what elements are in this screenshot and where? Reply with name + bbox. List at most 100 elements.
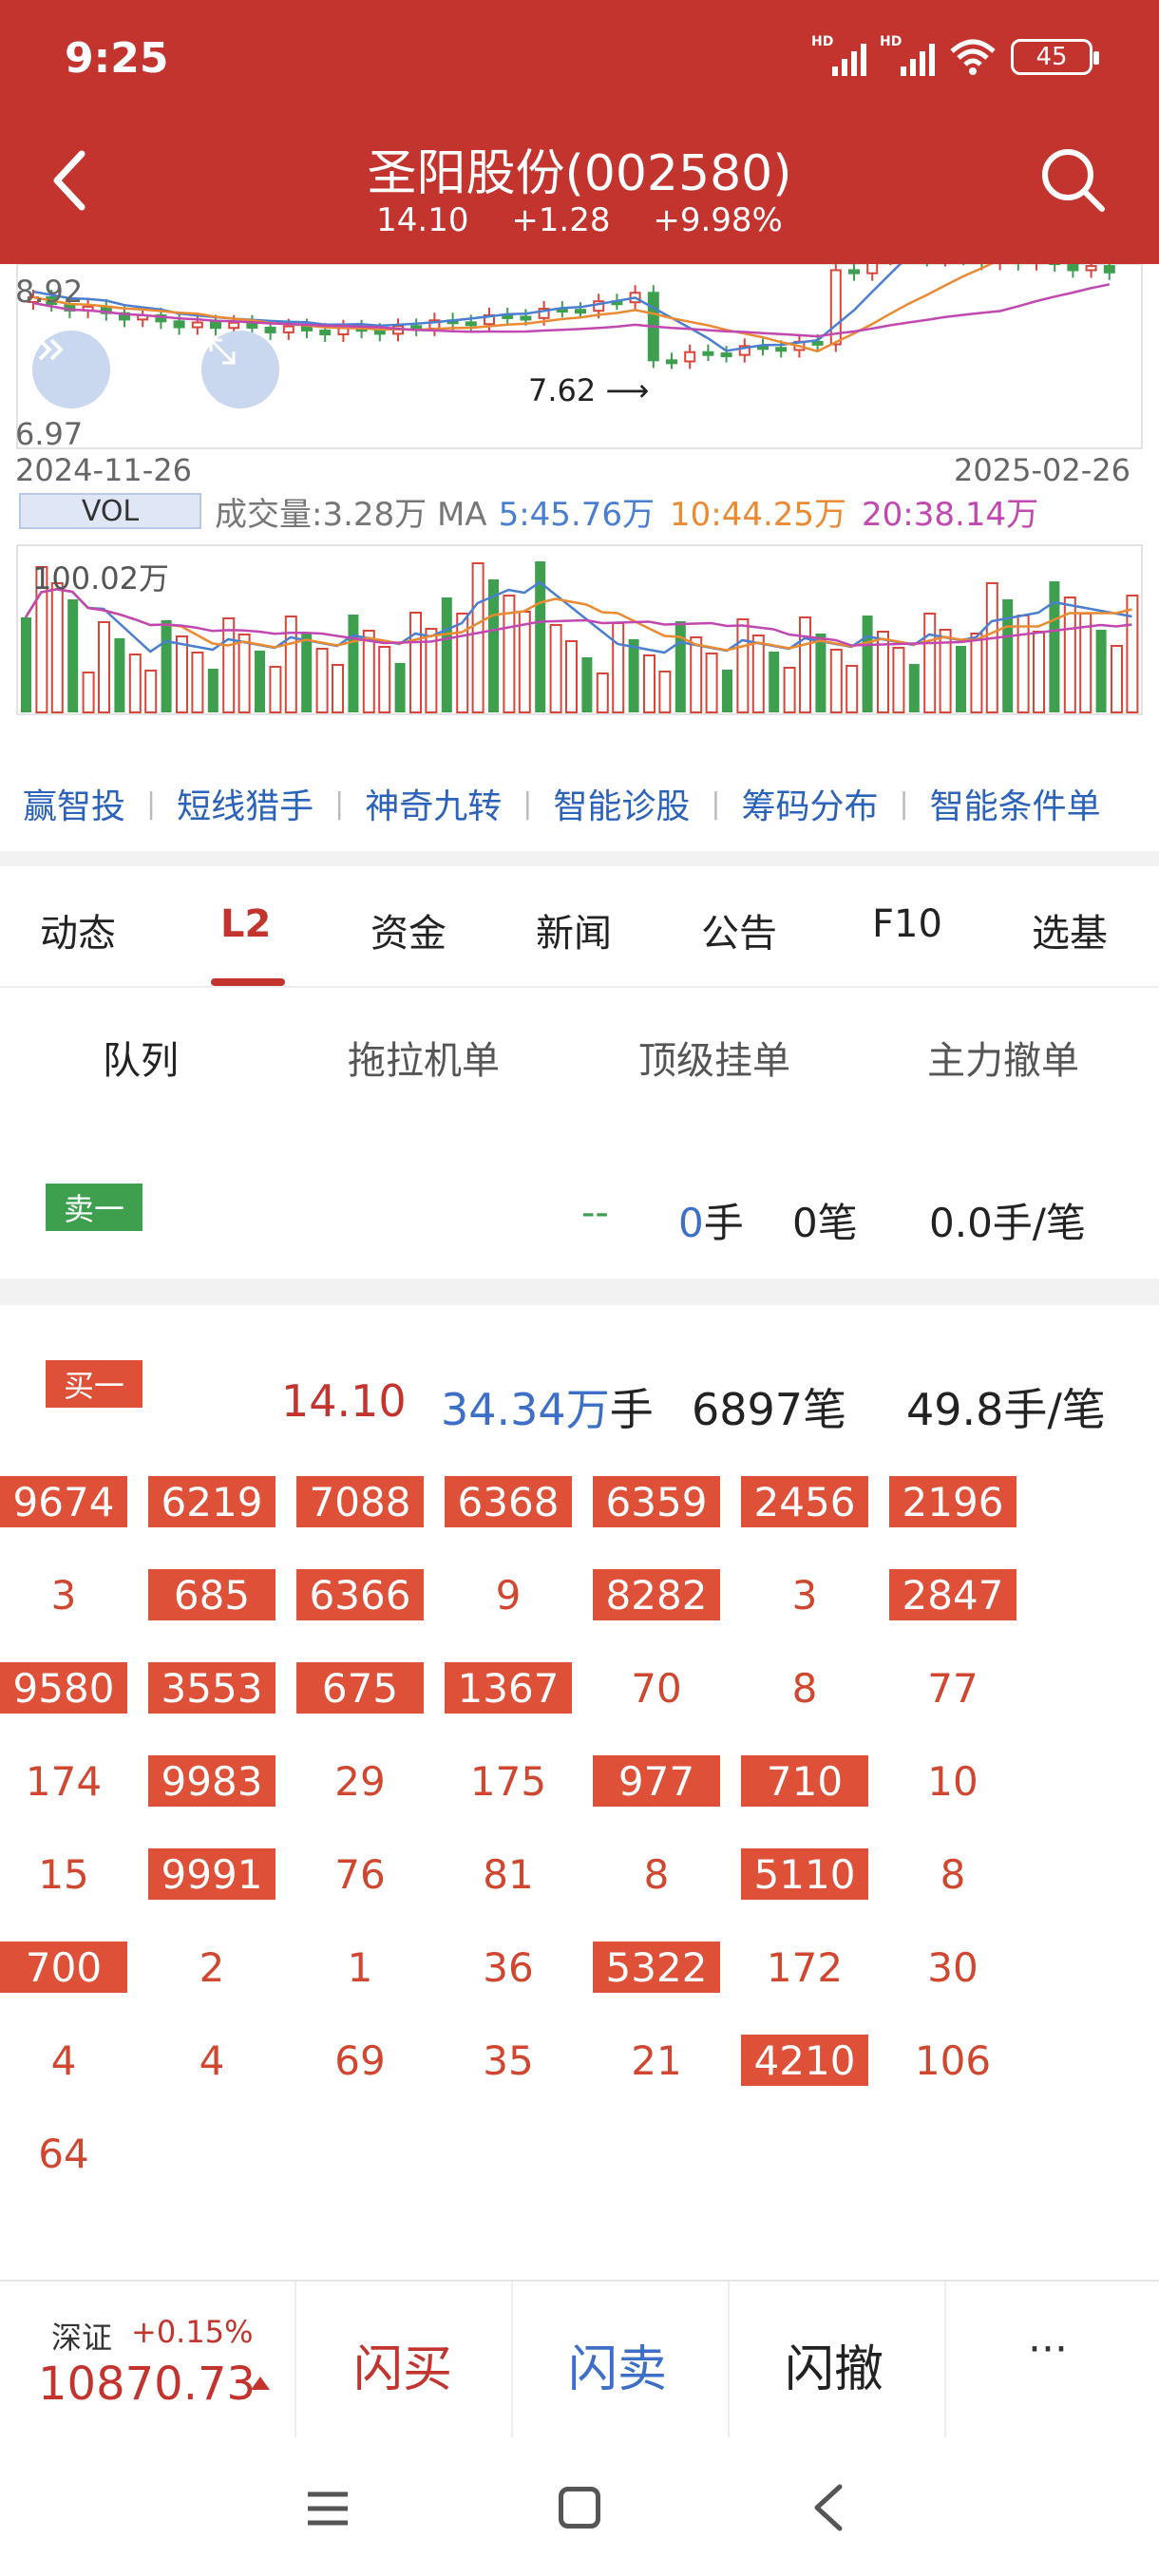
flash-cancel-button[interactable]: 闪撤 (785, 2329, 884, 2400)
queue-order-cell: 2196 (889, 1476, 1016, 1527)
double-chevron-icon (38, 338, 64, 361)
subtab-3[interactable]: 主力撤单 (927, 1030, 1079, 1085)
volume-bar (394, 663, 406, 712)
tab-6[interactable]: 选基 (1032, 902, 1108, 957)
queue-order-cell: 700 (0, 1941, 127, 1993)
flash-sell-button[interactable]: 闪卖 (568, 2329, 667, 2400)
volume-bar (176, 635, 188, 713)
divider (728, 2282, 730, 2439)
volume-ma20-line (24, 588, 1132, 647)
tab-1[interactable]: L2 (220, 902, 271, 946)
stock-quote: 14.10 +1.28 +9.98% (0, 201, 1159, 239)
candle-body (811, 340, 824, 346)
tool-separator: | (522, 786, 533, 821)
sell1-price: -- (581, 1191, 609, 1235)
volume-legend: VOL 成交量:3.28万 MA 5:45.76万 10:44.25万 20:3… (19, 490, 1038, 534)
flash-buy-button[interactable]: 闪买 (353, 2329, 452, 2400)
more-button[interactable]: ··· (1028, 2325, 1068, 2374)
volume-bar (488, 579, 499, 712)
ma5-line (32, 264, 902, 352)
tool-link[interactable]: 短线猎手 (177, 779, 314, 828)
candle-body (210, 321, 221, 330)
volume-bar (769, 652, 780, 712)
queue-order-cell: 9674 (0, 1476, 127, 1527)
queue-order-cell: 4 (50, 2036, 77, 2084)
volume-bar (21, 617, 31, 712)
volume-bar (284, 616, 297, 713)
volume-bar (378, 646, 391, 713)
queue-order-cell: 3 (50, 1571, 77, 1619)
buy1-quantity: 34.34万手 (441, 1375, 654, 1438)
status-bar: 9:25 HD HD 45 (0, 0, 1159, 123)
sell1-quantity-value: 0 (678, 1200, 704, 1246)
tab-0[interactable]: 动态 (40, 902, 116, 957)
volume-bar (846, 665, 859, 713)
divider (944, 2282, 946, 2439)
ma20-line (32, 283, 1111, 338)
queue-order-cell: 35 (483, 2036, 534, 2084)
volume-bar (1126, 595, 1139, 713)
volume-bar (751, 635, 765, 713)
queue-order-cell: 8 (643, 1850, 670, 1898)
volume-bar (255, 651, 265, 712)
volume-bar (98, 621, 110, 713)
volume-bar (409, 612, 422, 713)
volume-bar (161, 620, 172, 712)
candle-body (502, 313, 514, 319)
candle-body (191, 321, 203, 329)
nav-back-icon[interactable] (809, 2481, 847, 2534)
tab-5[interactable]: F10 (872, 902, 942, 946)
search-icon[interactable] (1036, 142, 1112, 218)
app-header: 9:25 HD HD 45 圣阳股份(002580) 14.10 +1.28 +… (0, 0, 1159, 264)
queue-order-cell: 2847 (889, 1569, 1016, 1620)
queue-row: 9580 3553 675 1367 70 8 77 (0, 1662, 1159, 1719)
queue-order-cell: 106 (914, 2036, 992, 2084)
tool-link[interactable]: 智能条件单 (930, 779, 1101, 828)
volume-bar (658, 671, 672, 713)
menu-icon[interactable] (306, 2491, 350, 2527)
queue-order-cell: 174 (25, 1757, 103, 1805)
hd-label: HD (811, 34, 834, 49)
subtab-0[interactable]: 队列 (103, 1030, 179, 1085)
tab-4[interactable]: 公告 (701, 902, 777, 957)
sell1-tag: 卖一 (46, 1184, 142, 1231)
expand-left-button[interactable] (32, 331, 110, 408)
sell1-row: 卖一 -- 0手 0笔 0.0手/笔 (0, 1149, 1159, 1273)
tool-link[interactable]: 筹码分布 (742, 779, 879, 828)
buy1-quantity-unit: 手 (609, 1384, 654, 1435)
kline-chart[interactable]: 8.92 6.97 7.62 ⟶ 2024-11-26 2025-02-26 V… (0, 264, 1159, 739)
candle-body (848, 269, 860, 275)
volume-bar (923, 613, 937, 713)
queue-row: 64 (0, 2128, 1159, 2185)
volume-bar (114, 638, 125, 712)
subtab-1[interactable]: 拖拉机单 (348, 1030, 500, 1085)
volume-bar (50, 582, 64, 713)
signal-icon: HD (811, 34, 866, 76)
queue-order-cell: 7088 (296, 1476, 424, 1527)
volume-bar (643, 654, 656, 713)
fullscreen-button[interactable] (201, 331, 279, 408)
buy1-quantity-value: 34.34万 (441, 1384, 610, 1435)
index-value: 10870.73 (38, 2358, 256, 2411)
tab-3[interactable]: 新闻 (536, 902, 612, 957)
tab-2[interactable]: 资金 (370, 902, 446, 957)
home-icon[interactable] (559, 2487, 600, 2529)
queue-order-cell: 6368 (445, 1476, 572, 1527)
queue-order-cell: 3 (791, 1571, 818, 1619)
queue-order-cell: 685 (148, 1569, 276, 1620)
queue-order-cell: 76 (334, 1850, 386, 1898)
queue-order-cell: 2 (199, 1943, 225, 1991)
tool-link[interactable]: 赢智投 (23, 779, 125, 828)
index-name: 深证 (51, 2320, 113, 2356)
queue-order-cell: 175 (469, 1757, 547, 1805)
volume-bar (892, 647, 905, 713)
volume-bar (332, 664, 344, 713)
wifi-icon (950, 39, 996, 75)
tool-link[interactable]: 神奇九转 (365, 779, 502, 828)
volume-bar (1033, 631, 1045, 713)
tool-link[interactable]: 智能诊股 (553, 779, 690, 828)
ma10-value: 10:44.25万 (669, 495, 847, 534)
volume-bar (674, 621, 686, 712)
volume-indicator-tag[interactable]: VOL (19, 493, 201, 529)
subtab-2[interactable]: 顶级挂单 (638, 1030, 790, 1085)
